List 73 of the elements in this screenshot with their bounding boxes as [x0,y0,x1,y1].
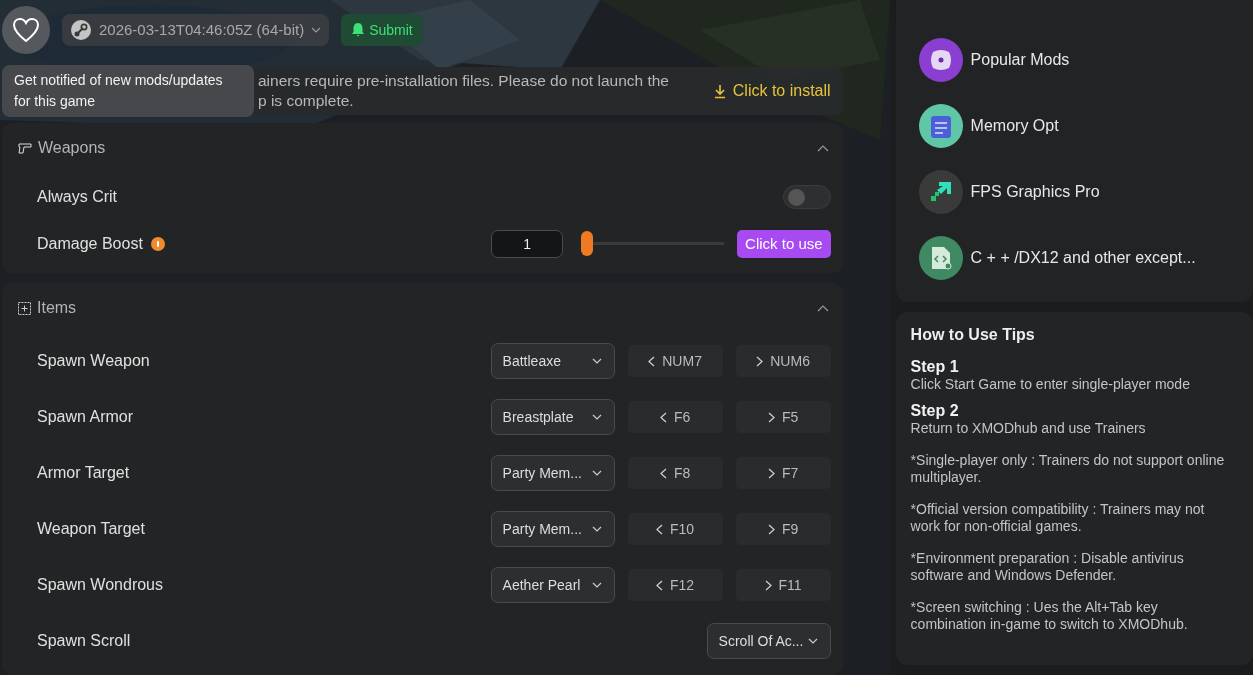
chevron-down-icon [591,358,602,364]
next-hotkey-button[interactable]: F11 [735,569,831,601]
next-hotkey-button[interactable]: F7 [735,457,831,489]
chevron-left-icon [659,467,667,479]
chevron-down-icon [591,470,602,476]
chevron-down-icon [807,638,818,644]
use-button[interactable]: Click to use [737,229,831,258]
item-dropdown[interactable]: Breastplate [490,399,615,435]
option-label: Weapon Target [37,520,145,538]
step-title: Step 1 [910,358,960,376]
chevron-left-icon [659,411,667,423]
chevron-left-icon [648,355,656,367]
box-plus-icon [18,301,31,315]
item-dropdown[interactable]: Scroll Of Ac... [706,623,831,659]
steam-icon [70,18,92,41]
tool-item[interactable]: C + + /DX12 and other except... [918,236,1239,280]
section-title: Items [37,299,77,317]
bell-icon [351,22,366,38]
chevron-right-icon [767,467,775,479]
option-label: Armor Target [37,464,130,482]
next-hotkey-button[interactable]: F9 [735,513,831,545]
download-icon [712,83,727,99]
tip-note: *Environment preparation : Disable antivirus software and Windows Defender. [910,550,1185,584]
option-label: Spawn Weapon [37,352,150,370]
install-link[interactable]: Click to install [712,82,831,101]
tool-item[interactable]: Popular Mods [918,38,1239,82]
previous-hotkey-button[interactable]: NUM7 [627,345,723,377]
option-label: Spawn Armor [37,408,134,426]
step-text: Return to XMODhub and use Trainers [910,420,1147,437]
option-label: Damage Boost [37,234,143,253]
chevron-down-icon [591,414,602,420]
chevron-icon [816,144,829,152]
chevron-down-icon [591,526,602,532]
step-text: Click Start Game to enter single-player mode [910,376,1191,393]
tool-item[interactable]: FPS Graphics Pro [918,170,1239,214]
step-title: Step 2 [910,402,960,420]
previous-hotkey-button[interactable]: F12 [627,569,723,601]
chevron-right-icon [767,411,775,423]
heart-icon [12,16,40,43]
tip-note: *Single-player only : Trainers do not support online multiplayer. [910,452,1226,486]
slider-thumb[interactable] [581,231,594,256]
chevron-down-icon [311,26,322,33]
tip-note: *Official version compatibility : Trainers may not work for non-official games. [910,501,1206,535]
chevron-right-icon [767,523,775,535]
section-title: Weapons [38,139,106,157]
chevron-down-icon [591,582,602,588]
option-label: Spawn Wondrous [37,576,163,594]
option-label: Always Crit [37,187,117,206]
submit-button[interactable]: Submit [341,13,423,46]
next-hotkey-button[interactable]: F5 [735,401,831,433]
chevron-left-icon [656,579,664,591]
tip-note: *Screen switching : Ues the Alt+Tab key combination in-game to switch to XMODhub. [910,599,1189,633]
gun-icon [18,142,32,154]
chevron-left-icon [656,523,664,535]
option-label: Spawn Scroll [37,632,131,650]
item-dropdown[interactable]: Aether Pearl [490,567,615,603]
chevron-right-icon [756,355,764,367]
notice-text: ainers require pre-installation files. Please do not launch the p is complete. [258,71,669,112]
item-dropdown[interactable]: Battleaxe [490,343,615,379]
item-dropdown[interactable]: Party Mem... [490,455,615,491]
tool-item[interactable]: Memory Opt [918,104,1239,148]
tips-title: How to Use Tips [910,326,1036,344]
next-hotkey-button[interactable]: NUM6 [735,345,831,377]
toggle-switch[interactable] [782,184,831,209]
value-input[interactable]: 1 [491,229,564,258]
version-dropdown[interactable]: 2026-03-13T04:46:05Z (64-bit) [62,13,330,46]
chevron-right-icon [764,579,772,591]
item-dropdown[interactable]: Party Mem... [490,511,615,547]
previous-hotkey-button[interactable]: F10 [627,513,723,545]
previous-hotkey-button[interactable]: F6 [627,401,723,433]
chevron-icon [816,304,829,312]
tooltip: Get notified of new mods/updates for this game [2,65,254,118]
previous-hotkey-button[interactable]: F8 [627,457,723,489]
